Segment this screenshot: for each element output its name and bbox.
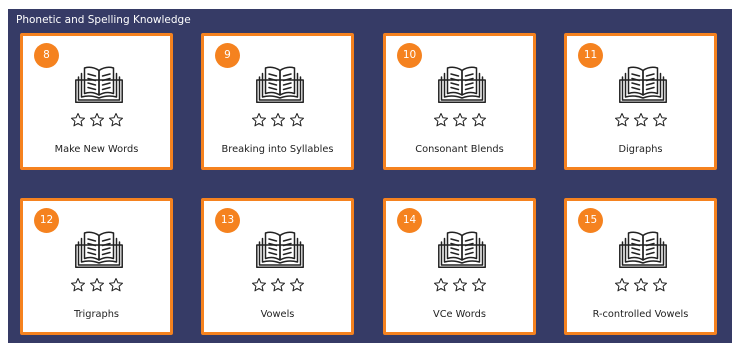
activity-label: Digraphs (618, 144, 663, 155)
activity-card-14[interactable]: 14 VCe Words (383, 198, 536, 335)
activity-card-10[interactable]: 10 Consonant Blends (383, 33, 536, 170)
activity-card-12[interactable]: 12 Trigraphs (20, 198, 173, 335)
star-icon (614, 112, 630, 128)
star-rating (23, 112, 170, 128)
star-rating (386, 277, 533, 293)
book-icon (438, 65, 486, 103)
star-icon (108, 112, 124, 128)
star-icon (289, 112, 305, 128)
star-rating (567, 277, 714, 293)
section-title: Phonetic and Spelling Knowledge (16, 14, 191, 26)
star-icon (433, 112, 449, 128)
activity-label: Consonant Blends (415, 144, 504, 155)
star-rating (386, 112, 533, 128)
star-icon (452, 277, 468, 293)
activity-label: VCe Words (433, 309, 486, 320)
star-rating (567, 112, 714, 128)
number-badge: 9 (215, 43, 240, 68)
number-badge: 8 (34, 43, 59, 68)
star-icon (633, 112, 649, 128)
book-icon (256, 230, 304, 268)
star-rating (204, 112, 351, 128)
activity-card-9[interactable]: 9 Breaking into Syllables (201, 33, 354, 170)
star-icon (251, 277, 267, 293)
star-icon (89, 112, 105, 128)
activity-label: Breaking into Syllables (221, 144, 334, 155)
book-icon (256, 65, 304, 103)
star-icon (433, 277, 449, 293)
book-icon (75, 65, 123, 103)
star-icon (89, 277, 105, 293)
star-icon (270, 112, 286, 128)
book-icon (438, 230, 486, 268)
star-icon (614, 277, 630, 293)
star-icon (471, 112, 487, 128)
star-icon (108, 277, 124, 293)
activity-label: Vowels (260, 309, 295, 320)
star-icon (251, 112, 267, 128)
number-badge: 14 (397, 208, 422, 233)
activity-card-13[interactable]: 13 Vowels (201, 198, 354, 335)
number-badge: 13 (215, 208, 240, 233)
star-icon (70, 277, 86, 293)
star-rating (23, 277, 170, 293)
star-icon (471, 277, 487, 293)
star-icon (652, 112, 668, 128)
number-badge: 15 (578, 208, 603, 233)
activity-label: R-controlled Vowels (592, 309, 689, 320)
book-icon (75, 230, 123, 268)
number-badge: 12 (34, 208, 59, 233)
book-icon (619, 65, 667, 103)
star-icon (452, 112, 468, 128)
star-icon (70, 112, 86, 128)
activity-label: Trigraphs (73, 309, 120, 320)
star-rating (204, 277, 351, 293)
activity-card-15[interactable]: 15 R-controlled Vowels (564, 198, 717, 335)
star-icon (633, 277, 649, 293)
star-icon (652, 277, 668, 293)
star-icon (289, 277, 305, 293)
number-badge: 11 (578, 43, 603, 68)
star-icon (270, 277, 286, 293)
number-badge: 10 (397, 43, 422, 68)
activity-card-8[interactable]: 8 Make New Words (20, 33, 173, 170)
book-icon (619, 230, 667, 268)
activity-label: Make New Words (54, 144, 139, 155)
activity-card-11[interactable]: 11 Digraphs (564, 33, 717, 170)
